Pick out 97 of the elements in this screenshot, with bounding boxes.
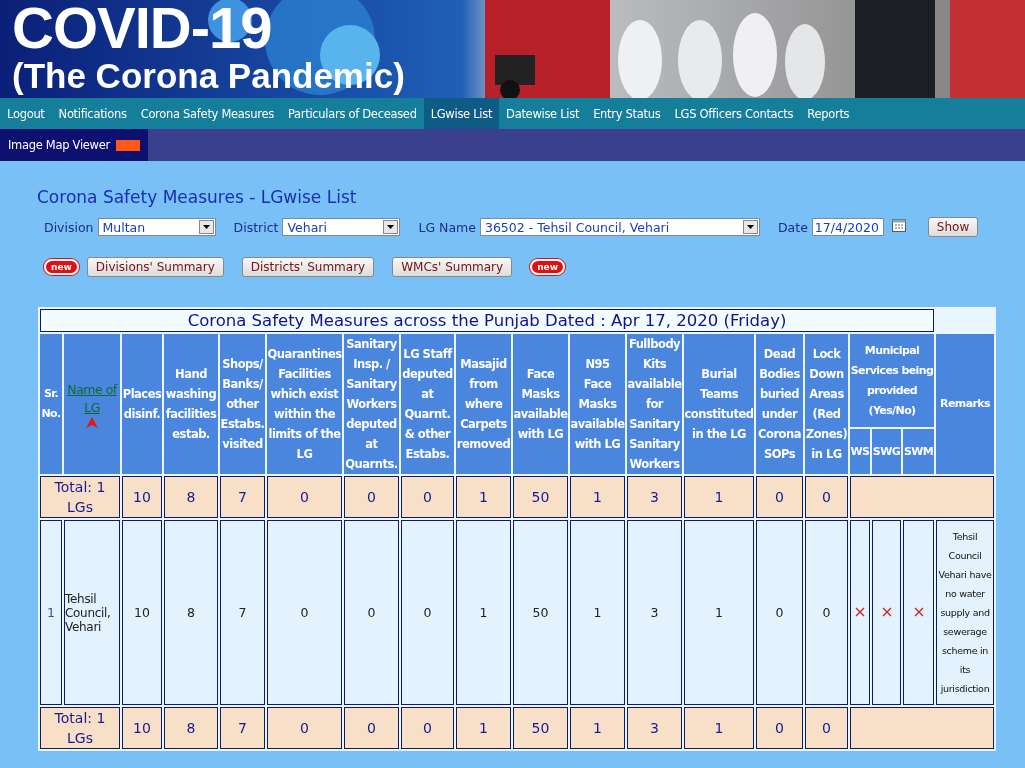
total-cell: 3 [627,476,682,518]
nav-item[interactable]: Datewise List [499,98,587,129]
column-header: Face Masks available with LG [513,334,568,474]
caret-icon [202,225,210,229]
total-cell: 1 [456,707,511,749]
column-header: Sr. No. [40,334,62,474]
table-cell: 50 [513,520,568,705]
dropdown[interactable]: Multan [97,218,216,236]
column-header: Fullbody Kits available for Sanitary Sanitary Workers [627,334,682,474]
nav-item[interactable]: Particulars of Deceased [280,98,424,129]
total-cell: 0 [267,476,342,518]
table-cell: 3 [627,520,682,705]
calendar-icon[interactable] [891,218,906,232]
column-header: Hand washing facilities estab. [164,334,218,474]
column-header: Remarks [936,334,995,474]
summary-button[interactable]: Divisions' Summary [86,257,224,277]
caret-icon [387,225,395,229]
nav-item[interactable]: Notifications [51,98,134,129]
table-title: Corona Safety Measures across the Punjab Dated : Apr 17, 2020 (Friday) [40,309,935,332]
filter-label: LG Name [418,219,476,235]
column-header: SWG [872,429,901,474]
table-cell: 0 [267,520,342,705]
table-cell: 0 [805,520,848,705]
filter-label: Date [777,219,808,235]
filter-label: Division [44,219,94,235]
total-cell: 0 [805,707,848,749]
total-cell: 50 [513,476,568,518]
table-cell: 1 [40,520,62,705]
total-cell: 8 [164,476,218,518]
table-cell: 0 [344,520,399,705]
total-cell: 3 [627,707,682,749]
total-cell: 0 [756,707,803,749]
banner-subtitle: (The Corona Pandemic) [12,56,405,96]
table-cell: 1 [684,520,754,705]
column-header: Masajid from where Carpets removed [456,334,511,474]
total-cell: 7 [220,476,265,518]
table-cell: 10 [122,520,162,705]
table-cell: 1 [570,520,625,705]
table-cell: 1 [456,520,511,705]
total-cell: 10 [122,476,162,518]
total-cell: 8 [164,707,218,749]
table-cell: 8 [164,520,218,705]
column-header: WS [850,429,870,474]
show-button[interactable]: Show [927,217,979,237]
column-header: SWM [903,429,935,474]
total-label: Total: 1 LGs [40,476,120,518]
column-header: Shops/ Banks/ other Estabs. visited [220,334,265,474]
dropdown[interactable]: Vehari [282,218,401,236]
table-cell: 0 [756,520,803,705]
swatch-icon [115,139,140,151]
image-map-viewer-link[interactable]: Image Map Viewer [0,129,148,161]
column-header: Places disinf. [122,334,162,474]
summary-button[interactable]: WMCs' Summary [392,257,513,277]
dropdown[interactable]: 36502 - Tehsil Council, Vehari [479,218,760,236]
table-cell: Tehsil Council Vehari have no water supply and sewerage scheme in its jurisdiction [936,520,995,705]
total-cell: 1 [684,707,754,749]
page-title: Corona Safety Measures - LGwise List [37,187,358,207]
filter-label: District [233,219,279,235]
total-cell: 10 [122,707,162,749]
new-badge: new [530,259,565,275]
table-cell: Tehsil Council, Vehari [64,520,120,705]
nav-item[interactable]: Entry Status [586,98,668,129]
column-header: Dead Bodies buried under Corona SOPs [756,334,803,474]
nav-item[interactable]: Corona Safety Measures [133,98,281,129]
group-header: Municipal Services being provided (Yes/No) [850,334,935,428]
total-cell: 0 [267,707,342,749]
total-cell: 50 [513,707,568,749]
column-header: N95 Face Masks available with LG [570,334,625,474]
date-field[interactable]: 17/4/2020 [811,218,884,236]
total-cell: 0 [805,476,848,518]
nav-item[interactable]: LGwise List [423,98,500,129]
total-cell: 0 [401,707,454,749]
total-cell: 0 [401,476,454,518]
column-header: Sanitary Insp. / Sanitary Workers deputed at Quarnts. [344,334,399,474]
nav-item[interactable]: Reports [800,98,857,129]
sort-arrow-icon [86,416,98,428]
total-label: Total: 1 LGs [40,707,120,749]
total-cell: 1 [684,476,754,518]
total-cell: 0 [756,476,803,518]
column-header: LG Staff deputed at Quarnt. & other Estabs. [401,334,454,474]
column-header: Lock Down Areas (Red Zones) in LG [805,334,848,474]
column-header: Burial Teams constituted in the LG [684,334,754,474]
caret-icon [746,225,754,229]
total-cell: 0 [344,707,399,749]
summary-button[interactable]: Districts' Summary [241,257,375,277]
new-badge: new [44,259,79,275]
nav-item[interactable]: LGS Officers Contacts [667,98,801,129]
total-cell: 1 [456,476,511,518]
total-cell: 7 [220,707,265,749]
table-cell: 7 [220,520,265,705]
table-cell: 0 [401,520,454,705]
banner-title: COVID-19 [12,0,273,56]
total-cell: 0 [344,476,399,518]
column-header: Quarantines Facilities which exist within the limits of the LG [267,334,342,474]
nav-item[interactable]: Logout [0,98,52,129]
total-cell: 1 [570,707,625,749]
total-cell: 1 [570,476,625,518]
